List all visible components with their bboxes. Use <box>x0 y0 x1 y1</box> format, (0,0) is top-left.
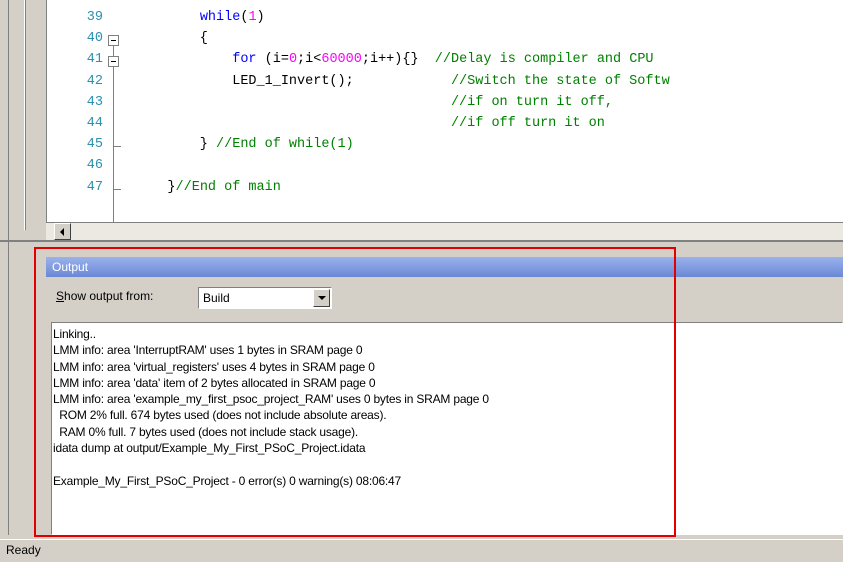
output-line: ROM 2% full. 674 bytes used (does not in… <box>53 408 387 423</box>
code-comment: //Delay is compiler and CPU <box>434 52 654 68</box>
code-line[interactable]: 39 while(1) <box>47 10 843 31</box>
code-number: 1 <box>248 10 257 25</box>
output-line: LMM info: area 'example_my_first_psoc_pr… <box>53 392 489 407</box>
minus-icon <box>111 40 116 42</box>
left-dock-panel <box>0 0 46 535</box>
code-line[interactable]: 47 }//End of main <box>47 180 843 201</box>
code-token: } <box>135 179 176 195</box>
code-text: //if on turn it off, <box>135 95 613 110</box>
output-pane: Show output from: Build Linking.. LMM inf… <box>46 277 843 535</box>
code-editor[interactable]: 39 while(1) 40 {41 for (i=0;i<60000;i++){… <box>46 0 843 222</box>
output-source-value: Build <box>203 291 230 305</box>
line-number: 41 <box>86 52 103 68</box>
code-token: ;i< <box>297 52 322 68</box>
code-comment: //End of while(1) <box>216 137 354 153</box>
output-line: LMM info: area 'data' item of 2 bytes al… <box>53 375 376 390</box>
output-line: LMM info: area 'InterruptRAM' uses 1 byt… <box>53 343 363 358</box>
code-keyword: while <box>199 10 241 25</box>
code-number: 0 <box>288 52 298 68</box>
collapse-toggle-icon[interactable] <box>108 56 119 68</box>
chevron-down-icon <box>318 296 326 300</box>
code-comment: //Switch the state of Softw <box>450 73 670 89</box>
dock-divider <box>8 0 9 535</box>
line-number: 46 <box>86 158 103 174</box>
line-number: 40 <box>86 31 103 47</box>
arrow-left-icon <box>60 228 64 236</box>
output-line: Linking.. <box>53 327 96 341</box>
code-token: } <box>135 137 217 153</box>
code-text: }//End of main <box>135 179 281 195</box>
code-token: ;i++){} <box>361 52 435 68</box>
code-token: LED_1_Invert(); <box>135 73 451 89</box>
code-comment: //if on turn it off, <box>450 94 613 110</box>
editor-horizontal-scrollbar[interactable] <box>46 222 843 240</box>
code-text: LED_1_Invert(); //Switch the state of So… <box>135 74 670 89</box>
line-number: 39 <box>86 10 103 25</box>
code-line[interactable]: 45 } //End of while(1) <box>47 137 843 158</box>
collapse-toggle-icon[interactable] <box>108 35 119 47</box>
scroll-left-button[interactable] <box>54 223 71 240</box>
minus-icon <box>111 61 116 63</box>
code-number: 60000 <box>321 52 362 68</box>
line-number: 47 <box>86 179 103 195</box>
code-text: { <box>135 31 208 46</box>
show-output-from-label: Show output from: <box>56 289 153 303</box>
fold-end-marker <box>113 188 121 190</box>
code-line[interactable]: 42 LED_1_Invert(); //Switch the state of… <box>47 74 843 95</box>
code-text: for (i=0;i<60000;i++){} //Delay is compi… <box>135 52 654 68</box>
output-line: LMM info: area 'virtual_registers' uses … <box>53 359 375 374</box>
code-text: } //End of while(1) <box>135 137 354 152</box>
dock-divider <box>25 0 26 230</box>
code-token: ) <box>256 10 265 25</box>
code-line[interactable]: 46 <box>47 158 843 179</box>
code-text: while(1) <box>135 10 265 25</box>
output-line: idata dump at output/Example_My_First_PS… <box>53 441 366 456</box>
show-output-from-text: how output from: <box>64 289 154 303</box>
code-line[interactable]: 41 for (i=0;i<60000;i++){} //Delay is co… <box>47 52 843 73</box>
dropdown-button[interactable] <box>313 289 330 307</box>
line-number: 45 <box>86 137 103 153</box>
line-number: 43 <box>86 94 103 110</box>
code-comment: //if off turn it on <box>450 116 605 131</box>
output-source-select[interactable]: Build <box>198 287 332 309</box>
scroll-track[interactable] <box>71 223 843 239</box>
code-token: (i= <box>256 52 289 68</box>
output-text-area[interactable]: Linking.. LMM info: area 'InterruptRAM' u… <box>51 322 843 535</box>
code-line[interactable]: 40 { <box>47 31 843 52</box>
code-keyword: for <box>232 52 257 68</box>
code-comment: //End of main <box>175 179 281 195</box>
fold-end-marker <box>113 146 121 148</box>
pane-splitter[interactable] <box>0 240 843 242</box>
code-text: //if off turn it on <box>135 116 605 131</box>
status-bar: Ready <box>0 539 843 562</box>
code-line[interactable]: 44 //if off turn it on <box>47 116 843 137</box>
output-pane-title: Output <box>46 257 843 277</box>
output-line: Example_My_First_PSoC_Project - 0 error(… <box>53 473 402 488</box>
output-line: RAM 0% full. 7 bytes used (does not incl… <box>53 424 359 439</box>
line-number: 42 <box>86 73 103 89</box>
code-line[interactable]: 43 //if on turn it off, <box>47 95 843 116</box>
line-number: 44 <box>86 116 103 131</box>
code-token: { <box>135 31 208 47</box>
accelerator-key: S <box>56 289 65 303</box>
status-text: Ready <box>6 543 41 557</box>
